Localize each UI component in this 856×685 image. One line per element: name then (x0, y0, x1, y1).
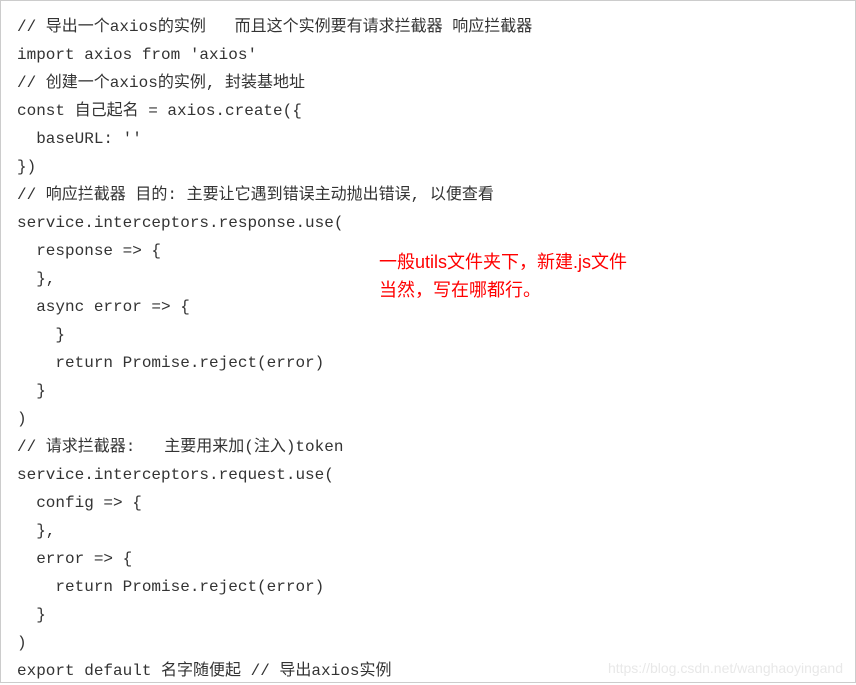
code-line-13: return Promise.reject(error) (17, 349, 839, 377)
annotation-note-2: 当然，写在哪都行。 (379, 277, 541, 303)
code-line-20: error => { (17, 545, 839, 573)
code-line-3: // 创建一个axios的实例, 封装基地址 (17, 69, 839, 97)
watermark-text: https://blog.csdn.net/wanghaoyingand (608, 660, 843, 676)
code-line-1: // 导出一个axios的实例 而且这个实例要有请求拦截器 响应拦截器 (17, 13, 839, 41)
code-line-7: // 响应拦截器 目的: 主要让它遇到错误主动抛出错误, 以便查看 (17, 181, 839, 209)
code-line-18: config => { (17, 489, 839, 517)
code-line-19: }, (17, 517, 839, 545)
code-line-8: service.interceptors.response.use( (17, 209, 839, 237)
code-line-12: } (17, 321, 839, 349)
code-line-21: return Promise.reject(error) (17, 573, 839, 601)
code-line-2: import axios from 'axios' (17, 41, 839, 69)
annotation-note-1: 一般utils文件夹下，新建.js文件 (379, 249, 627, 275)
code-line-15: ) (17, 405, 839, 433)
code-line-6: }) (17, 153, 839, 181)
code-block: // 导出一个axios的实例 而且这个实例要有请求拦截器 响应拦截器 impo… (0, 0, 856, 683)
code-line-16: // 请求拦截器: 主要用来加(注入)token (17, 433, 839, 461)
code-line-23: ) (17, 629, 839, 657)
code-line-4: const 自己起名 = axios.create({ (17, 97, 839, 125)
code-line-17: service.interceptors.request.use( (17, 461, 839, 489)
code-line-22: } (17, 601, 839, 629)
code-line-5: baseURL: '' (17, 125, 839, 153)
code-line-14: } (17, 377, 839, 405)
